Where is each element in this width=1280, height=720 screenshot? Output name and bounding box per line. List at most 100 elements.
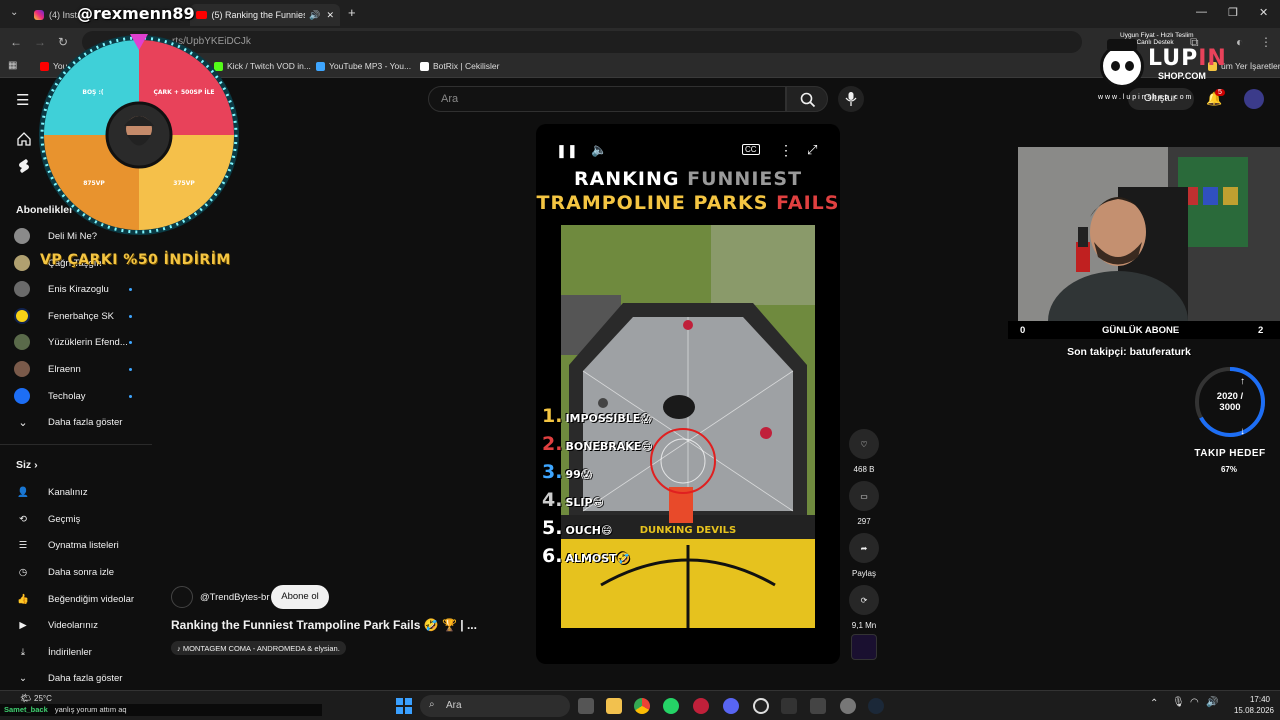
- sidebar-you-show-more[interactable]: ⌄ Daha fazla göster: [14, 668, 122, 688]
- youtube-icon: [196, 11, 207, 19]
- tab-menu-icon[interactable]: ⌄: [10, 7, 18, 18]
- you-heading[interactable]: Siz ›: [16, 459, 38, 471]
- sidebar-item-playlists[interactable]: ☰ Oynatma listeleri: [14, 535, 119, 555]
- close-icon[interactable]: ✕: [326, 10, 334, 21]
- tray-chevron-icon[interactable]: ⌃: [1150, 698, 1158, 709]
- search-icon: ⌕: [429, 699, 435, 710]
- history-icon: ⟲: [19, 513, 27, 525]
- sidebar-sub-enis-kirazoglu[interactable]: Enis Kirazoglu: [14, 279, 109, 299]
- rank-item: 6. ALMOST🤣: [542, 545, 631, 567]
- new-content-dot: [129, 341, 132, 344]
- shorts-player[interactable]: ❚❚ 🔈 CC ⋮ ⤢ RANKING FUNNIEST TRAMPOLINE …: [536, 124, 840, 664]
- new-tab-icon[interactable]: +: [348, 5, 356, 20]
- chrome-icon[interactable]: [634, 698, 650, 714]
- fullscreen-icon[interactable]: ⤢: [807, 142, 817, 158]
- bookmark-botrix[interactable]: BotRix | Cekilisler: [420, 61, 499, 71]
- whatsapp-icon[interactable]: [663, 698, 679, 714]
- home-icon[interactable]: [16, 131, 32, 147]
- app-icon[interactable]: [810, 698, 826, 714]
- sidebar-subs-show-more[interactable]: ⌄ Daha fazla göster: [14, 412, 122, 432]
- arrow-down-icon: ↓: [1240, 426, 1245, 437]
- channel-avatar: [14, 308, 30, 324]
- botrix-icon: [420, 61, 429, 71]
- follow-goal-widget: ↑ ↓ 2020 / 3000 TAKIP HEDEF 67%: [1190, 362, 1270, 482]
- windows-start-icon[interactable]: [396, 698, 412, 714]
- sidebar-sub-fenerbahce[interactable]: Fenerbahçe SK: [14, 306, 114, 326]
- sidebar-divider: [0, 444, 152, 445]
- like-button[interactable]: ♡ 468 B: [849, 429, 879, 474]
- clock-time[interactable]: 17:40: [1230, 695, 1270, 704]
- sponsor-tagline: Uygun Fiyat - Hızlı Teslim: [1120, 32, 1194, 39]
- volume-icon[interactable]: 🔊: [1206, 697, 1218, 708]
- channel-icon: 👤: [17, 486, 29, 498]
- minimize-icon[interactable]: —: [1196, 6, 1207, 18]
- sidebar-item-watch-later[interactable]: ◷ Daha sonra izle: [14, 562, 114, 582]
- prize-wheel: BOŞ :( ÇARK + 500SP İLE 375VP 875VP: [38, 34, 240, 236]
- tab-youtube[interactable]: (5) Ranking the Funniest Tra 🔊 ✕: [190, 4, 340, 26]
- hamburger-menu-icon[interactable]: ☰: [16, 91, 29, 109]
- comment-icon: ▭: [849, 481, 879, 511]
- taskbar-search[interactable]: ⌕ Ara: [420, 695, 570, 717]
- new-content-dot: [129, 315, 132, 318]
- apps-icon[interactable]: ▦: [8, 60, 17, 71]
- rank-item: 2. BONEBRAKE😄: [542, 433, 653, 455]
- terminal-icon[interactable]: [781, 698, 797, 714]
- wifi-icon[interactable]: ◠: [1190, 697, 1199, 708]
- clock-date[interactable]: 15.08.2026: [1222, 706, 1274, 715]
- red-app-icon[interactable]: [693, 698, 709, 714]
- channel-avatar: [14, 334, 30, 350]
- channel-avatar: [14, 281, 30, 297]
- shorts-icon[interactable]: [16, 158, 32, 174]
- channel-avatar: [14, 361, 30, 377]
- sidebar-item-channel[interactable]: 👤 Kanalınız: [14, 482, 88, 502]
- sidebar-sub-elraenn[interactable]: Elraenn: [14, 359, 81, 379]
- weather-temp[interactable]: 25°C: [34, 694, 52, 703]
- captions-icon[interactable]: CC: [742, 144, 760, 155]
- music-pill[interactable]: ♪ MONTAGEM COMA - ANDROMEDA & elysian.: [171, 641, 346, 655]
- sidebar-item-liked[interactable]: 👍 Beğendiğim videolar: [14, 589, 134, 609]
- arrow-up-icon: ↑: [1240, 376, 1245, 387]
- comments-button[interactable]: ▭ 297: [849, 481, 879, 526]
- wheel-label: BOŞ :(: [82, 89, 103, 96]
- voice-search-button[interactable]: [838, 86, 864, 112]
- speaker-icon[interactable]: 🔊: [309, 10, 320, 21]
- sidebar-item-your-videos[interactable]: ▶ Videolarınız: [14, 615, 98, 635]
- channel-avatar: [14, 228, 30, 244]
- weather-icon: 🌤: [20, 693, 32, 703]
- subscribe-button[interactable]: Abone ol: [271, 585, 329, 609]
- task-view-icon[interactable]: [578, 698, 594, 714]
- mp3-icon: [316, 61, 325, 71]
- steam-icon[interactable]: [868, 698, 884, 714]
- search-input[interactable]: Ara: [428, 86, 786, 112]
- remix-button[interactable]: ⟳ 9,1 Mn: [849, 585, 879, 630]
- mic-icon[interactable]: 🎙: [1172, 697, 1185, 708]
- vp-wheel-promo: VP ÇARKI %50 İNDİRİM: [40, 252, 231, 268]
- short-title-line1: RANKING FUNNIEST: [573, 168, 803, 190]
- file-explorer-icon[interactable]: [606, 698, 622, 714]
- sidebar-item-downloads[interactable]: ⤓ İndirilenler: [14, 642, 92, 662]
- wheel-label: 875VP: [83, 180, 105, 187]
- sidebar-sub-techolay[interactable]: Techolay: [14, 386, 86, 406]
- back-icon[interactable]: ←: [10, 35, 22, 49]
- close-window-icon[interactable]: ✕: [1259, 6, 1268, 19]
- bookmark-youtube-mp3[interactable]: YouTube MP3 - You...: [316, 61, 411, 71]
- video-title: Ranking the Funniest Trampoline Park Fai…: [171, 618, 477, 632]
- like-icon: 👍: [17, 593, 29, 605]
- obs-icon[interactable]: [753, 698, 769, 714]
- gpt-icon[interactable]: [840, 698, 856, 714]
- channel-handle[interactable]: @TrendBytes-br: [200, 592, 269, 603]
- sound-thumbnail[interactable]: [851, 634, 877, 660]
- pause-icon[interactable]: ❚❚: [556, 143, 578, 159]
- search-button[interactable]: [786, 86, 828, 112]
- more-options-icon[interactable]: ⋮: [779, 142, 793, 159]
- rank-item: 5. OUCH😄: [542, 517, 613, 539]
- mic-icon: [845, 92, 857, 106]
- channel-avatar[interactable]: [171, 586, 193, 608]
- channel-avatar: [14, 255, 30, 271]
- sidebar-item-history[interactable]: ⟲ Geçmiş: [14, 509, 80, 529]
- maximize-icon[interactable]: ❐: [1228, 6, 1238, 19]
- volume-icon[interactable]: 🔈: [591, 142, 607, 158]
- sidebar-sub-yuzuklerin-efendisi[interactable]: Yüzüklerin Efend...: [14, 332, 128, 352]
- discord-icon[interactable]: [723, 698, 739, 714]
- share-button[interactable]: ➦ Paylaş: [849, 533, 879, 578]
